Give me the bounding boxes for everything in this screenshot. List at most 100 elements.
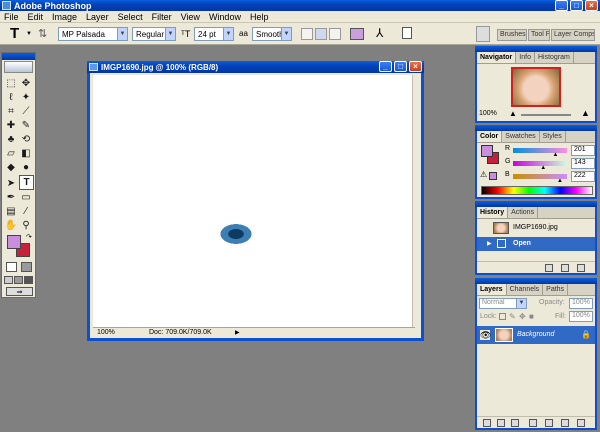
blur-tool-icon[interactable]: ◆ (4, 161, 18, 174)
red-value-input[interactable]: 201 (571, 145, 595, 156)
tab-histogram[interactable]: Histogram (535, 52, 574, 63)
magic-wand-tool-icon[interactable]: ✦ (19, 91, 33, 104)
photo-canvas[interactable] (93, 75, 415, 329)
font-style-select[interactable]: Regular ▼ (132, 27, 176, 41)
hand-tool-icon[interactable]: ✋ (4, 219, 18, 232)
type-tool-icon[interactable]: T (19, 175, 34, 190)
text-color-swatch[interactable] (350, 28, 364, 40)
adjustment-layer-icon[interactable] (529, 419, 537, 427)
tab-color[interactable]: Color (477, 131, 503, 142)
notes-tool-icon[interactable]: ▤ (4, 205, 18, 218)
swap-colors-icon[interactable]: ↷ (26, 233, 32, 241)
orientation-toggle-icon[interactable]: ⇅ (38, 27, 47, 40)
new-document-from-state-icon[interactable] (545, 264, 553, 272)
move-tool-icon[interactable]: ✥ (19, 77, 33, 90)
adobe-online-icon[interactable] (4, 61, 33, 73)
layer-style-icon[interactable] (497, 419, 505, 427)
lock-pixels-icon[interactable]: ✎ (509, 312, 516, 321)
history-brush-tool-icon[interactable]: ⟲ (19, 133, 33, 146)
crop-tool-icon[interactable]: ⌗ (4, 105, 18, 118)
eye-visibility-icon[interactable]: 👁 (480, 330, 491, 340)
foreground-color-swatch[interactable] (7, 235, 21, 249)
slice-tool-icon[interactable]: ⟋ (19, 105, 33, 118)
zoom-in-icon[interactable]: ▲ (581, 108, 590, 118)
lasso-tool-icon[interactable]: ℓ (4, 91, 18, 104)
menu-select[interactable]: Select (118, 12, 143, 22)
tab-styles[interactable]: Styles (540, 131, 566, 142)
healing-brush-tool-icon[interactable]: ✚ (4, 119, 18, 132)
new-layer-icon[interactable] (561, 419, 569, 427)
blue-value-input[interactable]: 222 (571, 171, 595, 182)
screen-mode-menu-icon[interactable] (14, 276, 23, 284)
screen-mode-standard-icon[interactable] (4, 276, 13, 284)
tab-history[interactable]: History (477, 207, 509, 218)
tab-layers[interactable]: Layers (477, 284, 507, 295)
pen-tool-icon[interactable]: ✒ (4, 191, 18, 204)
navigator-thumbnail[interactable] (511, 67, 561, 107)
trash-icon[interactable] (577, 264, 585, 272)
menu-help[interactable]: Help (250, 12, 269, 22)
align-center-button[interactable] (315, 28, 327, 40)
menu-edit[interactable]: Edit (28, 12, 44, 22)
layer-row-background[interactable]: 👁 Background 🔒 (477, 326, 595, 344)
palettes-toggle-icon[interactable] (402, 27, 412, 39)
fill-input[interactable]: 100% (569, 311, 593, 322)
minimize-button[interactable]: _ (555, 0, 568, 11)
red-slider[interactable] (513, 148, 567, 153)
close-button[interactable]: × (585, 0, 598, 11)
lock-transparency-icon[interactable] (499, 313, 506, 320)
menu-filter[interactable]: Filter (152, 12, 172, 22)
doc-minimize-button[interactable]: _ (379, 61, 392, 72)
history-state[interactable]: ▶ Open (477, 237, 595, 251)
menu-layer[interactable]: Layer (86, 12, 109, 22)
standard-mode-icon[interactable] (6, 262, 17, 272)
doc-size-info[interactable]: Doc: 709.0K/709.0K (149, 329, 212, 336)
jump-to-imageready-icon[interactable]: ⇒ (6, 287, 33, 296)
quick-mask-mode-icon[interactable] (21, 262, 32, 272)
green-value-input[interactable]: 143 (571, 158, 595, 169)
tab-channels[interactable]: Channels (507, 284, 544, 295)
history-snapshot[interactable]: IMGP1690.jpg (477, 221, 595, 235)
tab-actions[interactable]: Actions (508, 207, 539, 218)
preset-dropdown-icon[interactable]: ▼ (26, 31, 32, 37)
path-selection-tool-icon[interactable]: ➤ (4, 177, 18, 190)
zoom-out-icon[interactable]: ▲ (509, 109, 517, 118)
doc-zoom-field[interactable]: 100% (97, 329, 115, 336)
doc-maximize-button[interactable]: □ (394, 61, 407, 72)
tab-navigator[interactable]: Navigator (477, 52, 517, 63)
well-tab-layer-comps[interactable]: Layer Comps (551, 29, 595, 41)
menu-file[interactable]: File (4, 12, 19, 22)
zoom-tool-icon[interactable]: ⚲ (19, 219, 33, 232)
clone-stamp-tool-icon[interactable]: ♣ (4, 133, 18, 146)
align-right-button[interactable] (329, 28, 341, 40)
blend-mode-select[interactable]: Normal ▼ (479, 298, 527, 309)
anti-alias-select[interactable]: Smooth ▼ (252, 27, 292, 41)
layer-mask-icon[interactable] (511, 419, 519, 427)
screen-mode-full-icon[interactable] (24, 276, 33, 284)
link-layers-icon[interactable] (483, 419, 491, 427)
font-family-select[interactable]: MP Palsada ▼ (58, 27, 128, 41)
navigator-zoom-field[interactable]: 100% (479, 110, 497, 117)
gamut-color-swatch[interactable] (489, 172, 497, 180)
trash-icon[interactable] (577, 419, 585, 427)
vertical-scrollbar[interactable] (412, 75, 421, 329)
maximize-button[interactable]: □ (570, 0, 583, 11)
status-menu-arrow-icon[interactable]: ▶ (235, 329, 240, 336)
new-snapshot-icon[interactable] (561, 264, 569, 272)
eyedropper-tool-icon[interactable]: ⁄ (19, 205, 33, 218)
blue-slider-handle-icon[interactable]: ▲ (557, 178, 563, 184)
color-foreground-swatch[interactable] (481, 145, 493, 157)
doc-close-button[interactable]: × (409, 61, 422, 72)
menu-image[interactable]: Image (52, 12, 77, 22)
navigator-zoom-slider[interactable] (521, 114, 571, 116)
shape-tool-icon[interactable]: ▭ (19, 191, 33, 204)
eraser-tool-icon[interactable]: ▱ (4, 147, 18, 160)
brush-tool-icon[interactable]: ✎ (19, 119, 33, 132)
opacity-input[interactable]: 100% (569, 298, 593, 309)
lock-all-icon[interactable]: ■ (529, 312, 534, 321)
font-size-select[interactable]: 24 pt ▼ (194, 27, 234, 41)
new-group-icon[interactable] (545, 419, 553, 427)
menu-window[interactable]: Window (209, 12, 241, 22)
warp-text-icon[interactable]: ⅄ (376, 26, 383, 40)
dodge-tool-icon[interactable]: ● (19, 161, 33, 174)
